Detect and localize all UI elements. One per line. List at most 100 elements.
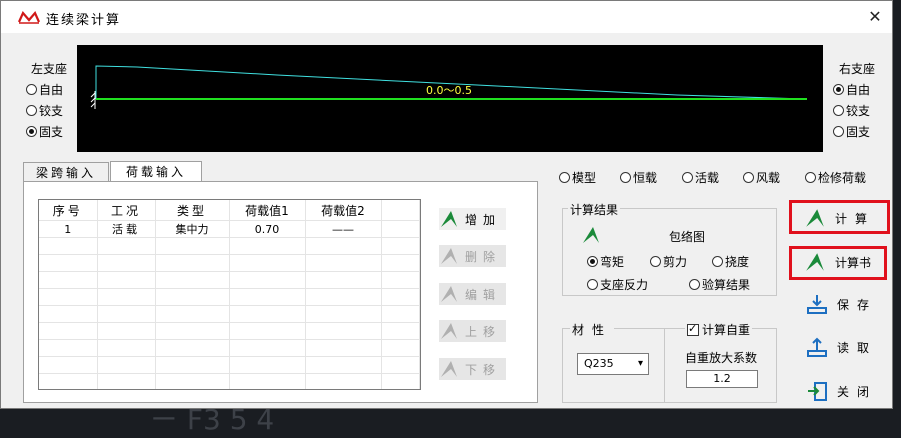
- self-weight-factor-input[interactable]: 1.2: [686, 370, 758, 388]
- table-row[interactable]: [39, 271, 420, 289]
- delete-load-button[interactable]: 删除: [439, 245, 506, 267]
- radio-indicator: [26, 126, 37, 137]
- right-support-fixed-radio[interactable]: 固支: [833, 123, 870, 140]
- radio-indicator: [689, 279, 700, 290]
- envelope-icon: [583, 227, 599, 243]
- result-deflection-radio[interactable]: 挠度: [712, 253, 749, 270]
- radio-label: 弯矩: [600, 255, 625, 269]
- table-row[interactable]: [39, 288, 420, 306]
- result-moment-radio[interactable]: 弯矩: [587, 253, 624, 270]
- left-support-hinge-radio[interactable]: 铰支: [26, 102, 63, 119]
- radio-indicator: [682, 172, 693, 183]
- radio-indicator: [712, 256, 723, 267]
- radio-indicator: [26, 84, 37, 95]
- material-select[interactable]: Q235 ▾: [577, 353, 649, 375]
- chevron-down-icon: ▾: [637, 358, 643, 369]
- button-label: 关闭: [837, 384, 878, 399]
- result-reaction-radio[interactable]: 支座反力: [587, 276, 648, 293]
- save-button[interactable]: 保存: [805, 292, 877, 316]
- self-weight-factor-label: 自重放大系数: [685, 351, 758, 365]
- load-icon: [807, 337, 827, 357]
- close-button[interactable]: 关闭: [805, 379, 877, 403]
- left-support-free-radio[interactable]: 自由: [26, 81, 63, 98]
- table-cell: 1: [39, 220, 98, 238]
- radio-indicator: [650, 256, 661, 267]
- radio-label: 恒载: [633, 171, 658, 185]
- right-support-free-radio[interactable]: 自由: [833, 81, 870, 98]
- load-table[interactable]: 序号 工况 类型 荷载值1 荷载值2 1 活载 集中力 0.70 ——: [38, 199, 421, 390]
- calculate-highlight: [789, 200, 890, 234]
- add-icon: [441, 211, 457, 227]
- column-header: 序号: [39, 200, 98, 221]
- table-cell: 集中力: [155, 220, 230, 238]
- report-highlight: [789, 246, 887, 280]
- move-up-button[interactable]: 上移: [439, 320, 506, 342]
- exit-icon: [808, 382, 827, 401]
- radio-indicator: [620, 172, 631, 183]
- left-support-label: 左支座: [31, 62, 68, 76]
- tab-load-input[interactable]: 荷载输入: [110, 161, 202, 182]
- radio-label: 验算结果: [702, 278, 751, 292]
- beam-diagram: 0.0～0.5: [90, 65, 807, 109]
- radio-indicator: [26, 105, 37, 116]
- checkbox-indicator: [687, 322, 699, 336]
- close-window-button[interactable]: ✕: [864, 6, 886, 28]
- table-row[interactable]: [39, 237, 420, 255]
- table-row[interactable]: [39, 356, 420, 374]
- view-live-load-radio[interactable]: 活载: [682, 169, 719, 186]
- fixed-support-symbol: [90, 91, 96, 109]
- button-label: 下移: [465, 362, 502, 377]
- table-row[interactable]: [39, 339, 420, 357]
- table-row[interactable]: [39, 322, 420, 340]
- view-wind-load-radio[interactable]: 风载: [743, 169, 780, 186]
- right-support-hinge-radio[interactable]: 铰支: [833, 102, 870, 119]
- result-check-radio[interactable]: 验算结果: [689, 276, 750, 293]
- read-button[interactable]: 读取: [805, 335, 877, 359]
- right-support-label: 右支座: [839, 62, 876, 76]
- edit-load-button[interactable]: 编辑: [439, 283, 506, 305]
- radio-indicator: [587, 256, 598, 267]
- result-shear-radio[interactable]: 剪力: [650, 253, 687, 270]
- beam-diagram-canvas[interactable]: 0.0～0.5: [77, 45, 823, 152]
- delete-icon: [441, 248, 457, 264]
- table-row[interactable]: 1 活载 集中力 0.70 ——: [39, 220, 420, 238]
- add-load-button[interactable]: 增加: [439, 208, 506, 230]
- view-dead-load-radio[interactable]: 恒载: [620, 169, 657, 186]
- button-label: 增加: [465, 212, 502, 227]
- table-cell: 0.70: [229, 220, 306, 238]
- window-title: 连续梁计算: [46, 13, 122, 28]
- radio-indicator: [559, 172, 570, 183]
- move-down-button[interactable]: 下移: [439, 358, 506, 380]
- radio-label: 挠度: [725, 255, 750, 269]
- app-logo-icon: [18, 10, 40, 24]
- radio-indicator: [587, 279, 598, 290]
- envelope-label: 包络图: [669, 230, 706, 244]
- table-cell: 活载: [97, 220, 156, 238]
- left-support-fixed-radio[interactable]: 固支: [26, 123, 63, 140]
- button-label: 删除: [465, 249, 502, 264]
- self-weight-checkbox[interactable]: 计算自重: [685, 321, 753, 338]
- table-row[interactable]: [39, 254, 420, 272]
- continuous-beam-dialog: 连续梁计算 ✕ 左支座 自由 铰支 固支 0.0～0.5 右支座 自由 铰支 固…: [0, 0, 893, 409]
- table-row[interactable]: [39, 373, 420, 389]
- radio-label: 自由: [846, 83, 871, 97]
- column-header: 荷载值2: [305, 200, 382, 221]
- radio-indicator: [833, 126, 844, 137]
- radio-label: 风载: [756, 171, 781, 185]
- table-header-row: 序号 工况 类型 荷载值1 荷载值2: [39, 200, 420, 221]
- view-model-radio[interactable]: 模型: [559, 169, 596, 186]
- view-maintenance-load-radio[interactable]: 检修荷载: [805, 169, 866, 186]
- button-label: 上移: [465, 324, 502, 339]
- radio-label: 模型: [572, 171, 597, 185]
- column-header: 类型: [155, 200, 230, 221]
- title-bar: 连续梁计算 ✕: [1, 1, 892, 33]
- material-value: Q235: [584, 357, 614, 370]
- radio-indicator: [833, 84, 844, 95]
- tab-span-input[interactable]: 梁跨输入: [23, 162, 109, 182]
- button-label: 保存: [837, 297, 878, 312]
- radio-label: 铰支: [39, 104, 64, 118]
- results-group-title: 计算结果: [568, 201, 621, 218]
- table-row[interactable]: [39, 305, 420, 323]
- radio-label: 自由: [39, 83, 64, 97]
- move-up-icon: [441, 323, 457, 339]
